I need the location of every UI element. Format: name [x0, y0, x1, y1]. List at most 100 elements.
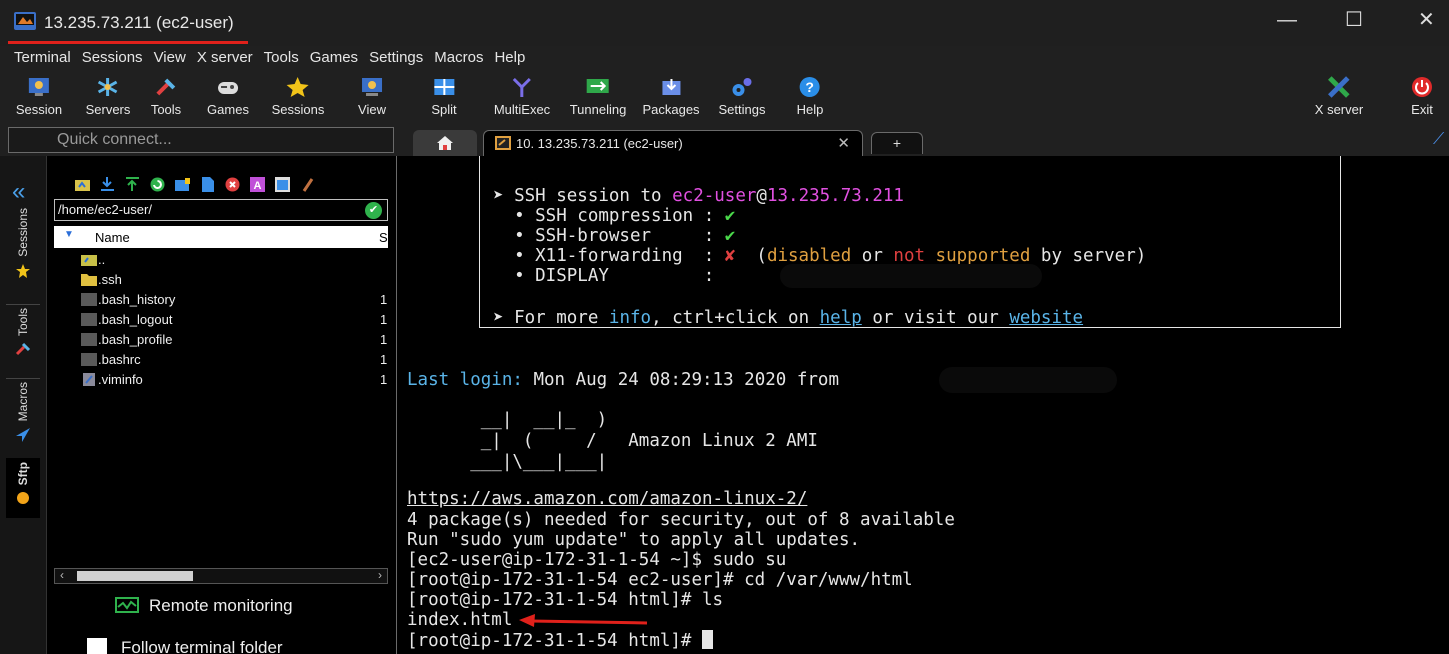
menu-view[interactable]: View — [150, 46, 193, 70]
title-annotation-underline — [8, 41, 248, 44]
main-toolbar: Session Servers Tools Games Sessions Vie… — [0, 70, 1449, 126]
new-folder-icon[interactable] — [175, 177, 190, 192]
redacted-ip — [780, 264, 1042, 288]
file-row[interactable]: .bash_logout 1 — [54, 310, 388, 330]
side-tab-macros[interactable]: Macros — [6, 382, 40, 458]
menu-games[interactable]: Games — [306, 46, 365, 70]
help-link[interactable]: help — [820, 308, 862, 328]
menu-x-server[interactable]: X server — [193, 46, 260, 70]
website-link[interactable]: website — [1009, 308, 1083, 328]
side-tab-tools[interactable]: Tools — [6, 308, 40, 374]
file-icon — [81, 353, 97, 366]
menu-sessions[interactable]: Sessions — [78, 46, 150, 70]
power-icon — [1411, 74, 1433, 100]
terminal-line: • DISPLAY : — [493, 266, 725, 286]
help-button[interactable]: ? Help — [797, 74, 823, 117]
servers-button[interactable]: Servers — [86, 74, 130, 117]
sessions-button[interactable]: Sessions — [272, 74, 324, 117]
tab-close-icon[interactable]: ✕ — [837, 134, 850, 152]
home-tab[interactable] — [413, 130, 477, 156]
parent-folder-icon — [81, 255, 97, 266]
window-title: 13.235.73.211 (ec2-user) — [44, 13, 234, 32]
new-file-icon[interactable] — [200, 176, 215, 192]
file-properties-icon[interactable] — [275, 176, 290, 192]
side-tab-sessions[interactable]: Sessions — [6, 208, 40, 300]
x-server-button[interactable]: X server — [1315, 74, 1363, 117]
file-row[interactable]: .bashrc 1 — [54, 350, 388, 370]
path-input[interactable]: /home/ec2-user/ ✔ — [54, 199, 388, 221]
session-icon — [28, 74, 50, 100]
upload-icon[interactable] — [125, 177, 140, 192]
menu-tools[interactable]: Tools — [260, 46, 306, 70]
side-tab-sftp[interactable]: Sftp — [6, 458, 40, 518]
download-icon[interactable] — [100, 177, 115, 192]
file-list-header[interactable]: ▼ Name S — [54, 226, 388, 248]
star-icon — [16, 263, 30, 278]
split-button[interactable]: Split — [431, 74, 457, 117]
file-row[interactable]: .ssh — [54, 270, 388, 290]
menu-settings[interactable]: Settings — [365, 46, 430, 70]
session-button[interactable]: Session — [16, 74, 62, 117]
gamepad-icon — [216, 74, 240, 100]
sftp-browser-panel: A /home/ec2-user/ ✔ ▼ Name S .. .ssh .ba… — [46, 156, 394, 654]
quick-connect-input[interactable]: Quick connect... — [8, 127, 394, 153]
tools-button[interactable]: Tools — [151, 74, 181, 117]
svg-text:?: ? — [806, 79, 815, 95]
multiexec-button[interactable]: MultiExec — [494, 74, 550, 117]
help-icon: ? — [799, 74, 821, 100]
menu-terminal[interactable]: Terminal — [10, 46, 78, 70]
scrollbar-thumb[interactable] — [77, 571, 193, 581]
menu-macros[interactable]: Macros — [430, 46, 490, 70]
delete-icon[interactable] — [225, 177, 240, 192]
follow-terminal-folder-checkbox[interactable]: Follow terminal folder — [87, 638, 283, 654]
maximize-button[interactable]: ☐ — [1345, 10, 1363, 30]
file-row[interactable]: .bash_profile 1 — [54, 330, 388, 350]
column-size[interactable]: S — [379, 230, 388, 245]
packages-icon — [660, 74, 682, 100]
title-bar: 13.235.73.211 (ec2-user) — ☐ ✕ — [0, 0, 1449, 46]
tab-session-ec2[interactable]: 10. 13.235.73.211 (ec2-user) ✕ — [483, 130, 863, 156]
file-icon — [81, 313, 97, 326]
settings-wrench-icon[interactable] — [300, 177, 315, 192]
ascii-art-line: __| __|_ ) — [407, 410, 608, 430]
file-row[interactable]: .bash_history 1 — [54, 290, 388, 310]
file-row[interactable]: .. — [54, 250, 388, 270]
file-row[interactable]: .viminfo 1 — [54, 370, 388, 390]
new-tab-button[interactable]: + — [871, 132, 923, 154]
menu-help[interactable]: Help — [490, 46, 532, 70]
tunneling-button[interactable]: Tunneling — [570, 74, 626, 117]
macro-arrow-icon — [16, 428, 30, 443]
horizontal-scrollbar[interactable]: ‹ › — [54, 568, 388, 584]
terminal-line: ➤ For more info, ctrl+click on help or v… — [493, 308, 1084, 328]
home-icon — [437, 136, 453, 150]
games-button[interactable]: Games — [207, 74, 249, 117]
scroll-right-icon[interactable]: › — [378, 568, 382, 582]
refresh-icon[interactable] — [150, 177, 165, 192]
multiexec-icon — [511, 74, 533, 100]
view-button[interactable]: View — [358, 74, 386, 117]
amazon-linux-url[interactable]: https://aws.amazon.com/amazon-linux-2/ — [407, 489, 807, 509]
parent-folder-icon[interactable] — [75, 177, 90, 192]
path-go-icon[interactable]: ✔ — [365, 202, 382, 219]
scroll-left-icon[interactable]: ‹ — [60, 568, 64, 582]
exit-button[interactable]: Exit — [1411, 74, 1433, 117]
packages-button[interactable]: Packages — [642, 74, 700, 117]
collapse-sidebar-icon[interactable]: « — [12, 178, 25, 206]
rename-icon[interactable]: A — [250, 176, 265, 192]
tunneling-icon — [586, 74, 610, 100]
redacted-ip — [939, 367, 1117, 393]
checkbox[interactable] — [87, 638, 107, 654]
close-button[interactable]: ✕ — [1418, 10, 1435, 30]
file-icon — [81, 293, 97, 306]
tab-scroll-icon[interactable]: ⟋ — [1433, 131, 1444, 149]
annotation-arrow-icon — [519, 614, 648, 627]
column-name[interactable]: Name — [95, 230, 130, 245]
sftp-toolbar: A — [47, 170, 395, 198]
view-icon — [361, 74, 383, 100]
remote-monitoring-button[interactable]: Remote monitoring — [115, 596, 293, 616]
terminal-output[interactable]: ➤ SSH session to ec2-user@13.235.73.211 … — [396, 156, 1449, 654]
minimize-button[interactable]: — — [1277, 10, 1297, 30]
terminal-line: [root@ip-172-31-1-54 html]# ls — [407, 590, 724, 610]
settings-button[interactable]: Settings — [719, 74, 765, 117]
x-server-icon — [1327, 74, 1351, 100]
